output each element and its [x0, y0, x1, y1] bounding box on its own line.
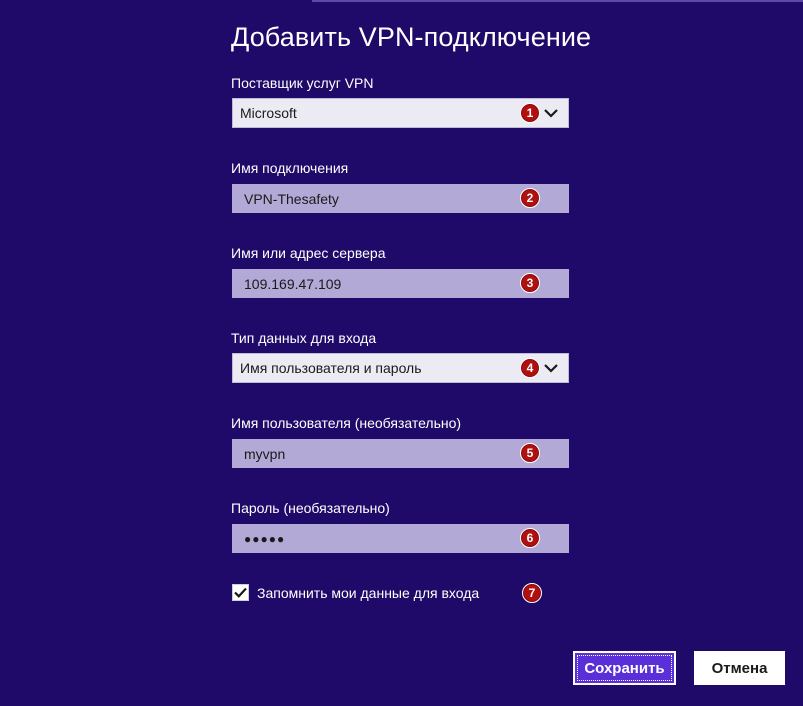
- step-badge-6: 6: [520, 528, 540, 548]
- window-top-edge: [312, 0, 803, 2]
- provider-label: Поставщик услуг VPN: [231, 75, 374, 91]
- signin-type-select[interactable]: Имя пользователя и пароль: [232, 353, 569, 383]
- password-label: Пароль (необязательно): [231, 500, 390, 516]
- connection-name-label: Имя подключения: [231, 160, 349, 176]
- remember-signin-row[interactable]: Запомнить мои данные для входа: [232, 584, 479, 601]
- remember-signin-checkbox[interactable]: [232, 584, 249, 601]
- remember-signin-label: Запомнить мои данные для входа: [257, 584, 480, 601]
- step-badge-3: 3: [520, 273, 540, 293]
- provider-select-value: Microsoft: [240, 105, 297, 121]
- step-badge-1: 1: [520, 103, 540, 123]
- username-input[interactable]: [232, 439, 569, 468]
- connection-name-input[interactable]: [232, 184, 569, 213]
- server-address-label: Имя или адрес сервера: [231, 245, 386, 261]
- signin-type-label: Тип данных для входа: [231, 330, 377, 346]
- provider-select[interactable]: Microsoft: [232, 98, 569, 128]
- chevron-down-icon: [542, 106, 560, 120]
- checkmark-icon: [234, 587, 247, 598]
- cancel-button[interactable]: Отмена: [694, 651, 785, 685]
- chevron-down-icon: [542, 361, 560, 375]
- username-label: Имя пользователя (необязательно): [231, 415, 462, 431]
- signin-type-select-value: Имя пользователя и пароль: [240, 360, 422, 376]
- password-input[interactable]: [232, 524, 569, 553]
- step-badge-7: 7: [522, 583, 542, 603]
- step-badge-4: 4: [520, 358, 540, 378]
- step-badge-5: 5: [520, 443, 540, 463]
- server-address-input[interactable]: [232, 269, 569, 298]
- save-button[interactable]: Сохранить: [573, 651, 676, 685]
- step-badge-2: 2: [520, 188, 540, 208]
- page-title: Добавить VPN-подключение: [231, 22, 592, 52]
